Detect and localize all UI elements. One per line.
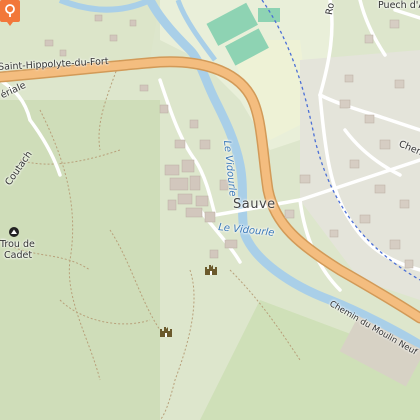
road-label-top-right: Ro [324, 2, 337, 16]
castle-icon[interactable] [204, 264, 218, 276]
castle-icon[interactable] [159, 326, 173, 338]
place-label-puech: Puech d'Arn [378, 0, 420, 11]
town-label-sauve: Sauve [233, 197, 276, 212]
map-view[interactable]: Saint-Hippolyte-du-Fort Sauve Le Vidourl… [0, 0, 420, 420]
peak-label-line1: Trou de [0, 239, 35, 250]
location-pin-icon[interactable] [0, 0, 20, 26]
peak-icon [9, 227, 19, 237]
peak-label-line2: Cadet [4, 250, 33, 261]
